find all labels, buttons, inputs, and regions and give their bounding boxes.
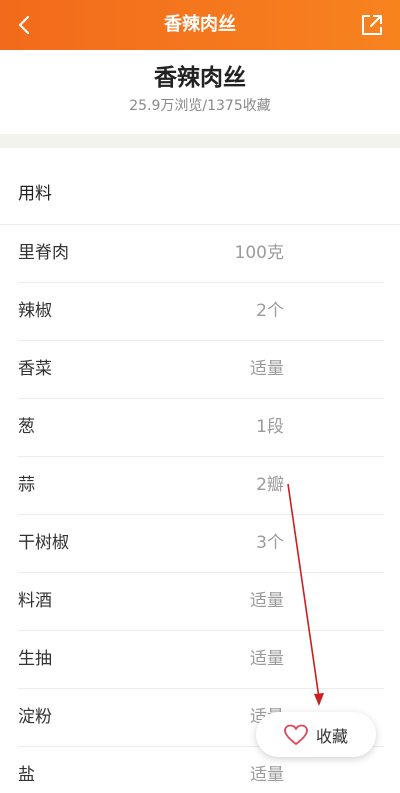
- recipe-stats: 25.9万浏览/1375收藏: [129, 98, 271, 114]
- recipe-title: 香辣肉丝: [154, 65, 246, 91]
- ingredient-row: 料酒 适量: [18, 573, 384, 631]
- recipe-page: 香辣肉丝 香辣肉丝 25.9万浏览/1375收藏 用料 里脊肉 100克 辣椒 2个香…: [0, 0, 400, 793]
- ingredient-amount: 1段: [256, 417, 284, 437]
- ingredients-section: 用料 里脊肉100克辣椒2个香菜适量葱1段蒜2瓣干树椒3个料酒适量生抽适量淀粉适…: [0, 148, 400, 793]
- ingredient-amount: 适量: [250, 591, 284, 611]
- ingredient-row: 干树椒 3个: [18, 515, 384, 573]
- ingredient-row: 里脊肉 100克: [18, 225, 384, 283]
- top-navigation-bar: 香辣肉丝: [0, 0, 400, 50]
- ingredient-row: 生抽 适量: [18, 631, 384, 689]
- recipe-header: 香辣肉丝 25.9万浏览/1375收藏: [0, 50, 400, 134]
- ingredient-name: 香菜: [18, 359, 52, 379]
- ingredient-amount: 2瓣: [256, 475, 284, 495]
- ingredient-amount: 适量: [250, 649, 284, 669]
- ingredient-name: 干树椒: [18, 533, 69, 553]
- favorite-label: 收藏: [315, 726, 348, 746]
- ingredient-row: 葱 1段: [18, 399, 384, 457]
- ingredient-row: 蒜 2瓣: [18, 457, 384, 515]
- ingredient-name: 盐: [18, 765, 35, 785]
- share-button[interactable]: [358, 11, 386, 39]
- ingredient-name: 生抽: [18, 649, 52, 669]
- section-divider: [0, 134, 400, 148]
- ingredient-amount: 适量: [250, 359, 284, 379]
- favorite-button[interactable]: 收藏: [256, 712, 376, 757]
- ingredients-list: 里脊肉100克辣椒2个香菜适量葱1段蒜2瓣干树椒3个料酒适量生抽适量淀粉适量盐适…: [0, 225, 400, 793]
- ingredient-name: 葱: [18, 417, 35, 437]
- ingredients-title: 用料: [0, 148, 400, 225]
- ingredient-row: 香菜 适量: [18, 341, 384, 399]
- ingredient-name: 淀粉: [18, 707, 52, 727]
- share-icon: [362, 15, 382, 35]
- ingredient-name: 里脊肉: [18, 243, 69, 263]
- ingredient-amount: 2个: [256, 301, 284, 321]
- ingredient-name: 辣椒: [18, 301, 52, 321]
- ingredient-amount: 3个: [256, 533, 284, 553]
- top-bar-title: 香辣肉丝: [164, 14, 236, 35]
- ingredient-row: 辣椒 2个: [18, 283, 384, 341]
- heart-icon: [284, 724, 308, 746]
- ingredient-amount: 100克: [234, 243, 284, 263]
- ingredient-name: 蒜: [18, 475, 35, 495]
- ingredient-name: 料酒: [18, 591, 52, 611]
